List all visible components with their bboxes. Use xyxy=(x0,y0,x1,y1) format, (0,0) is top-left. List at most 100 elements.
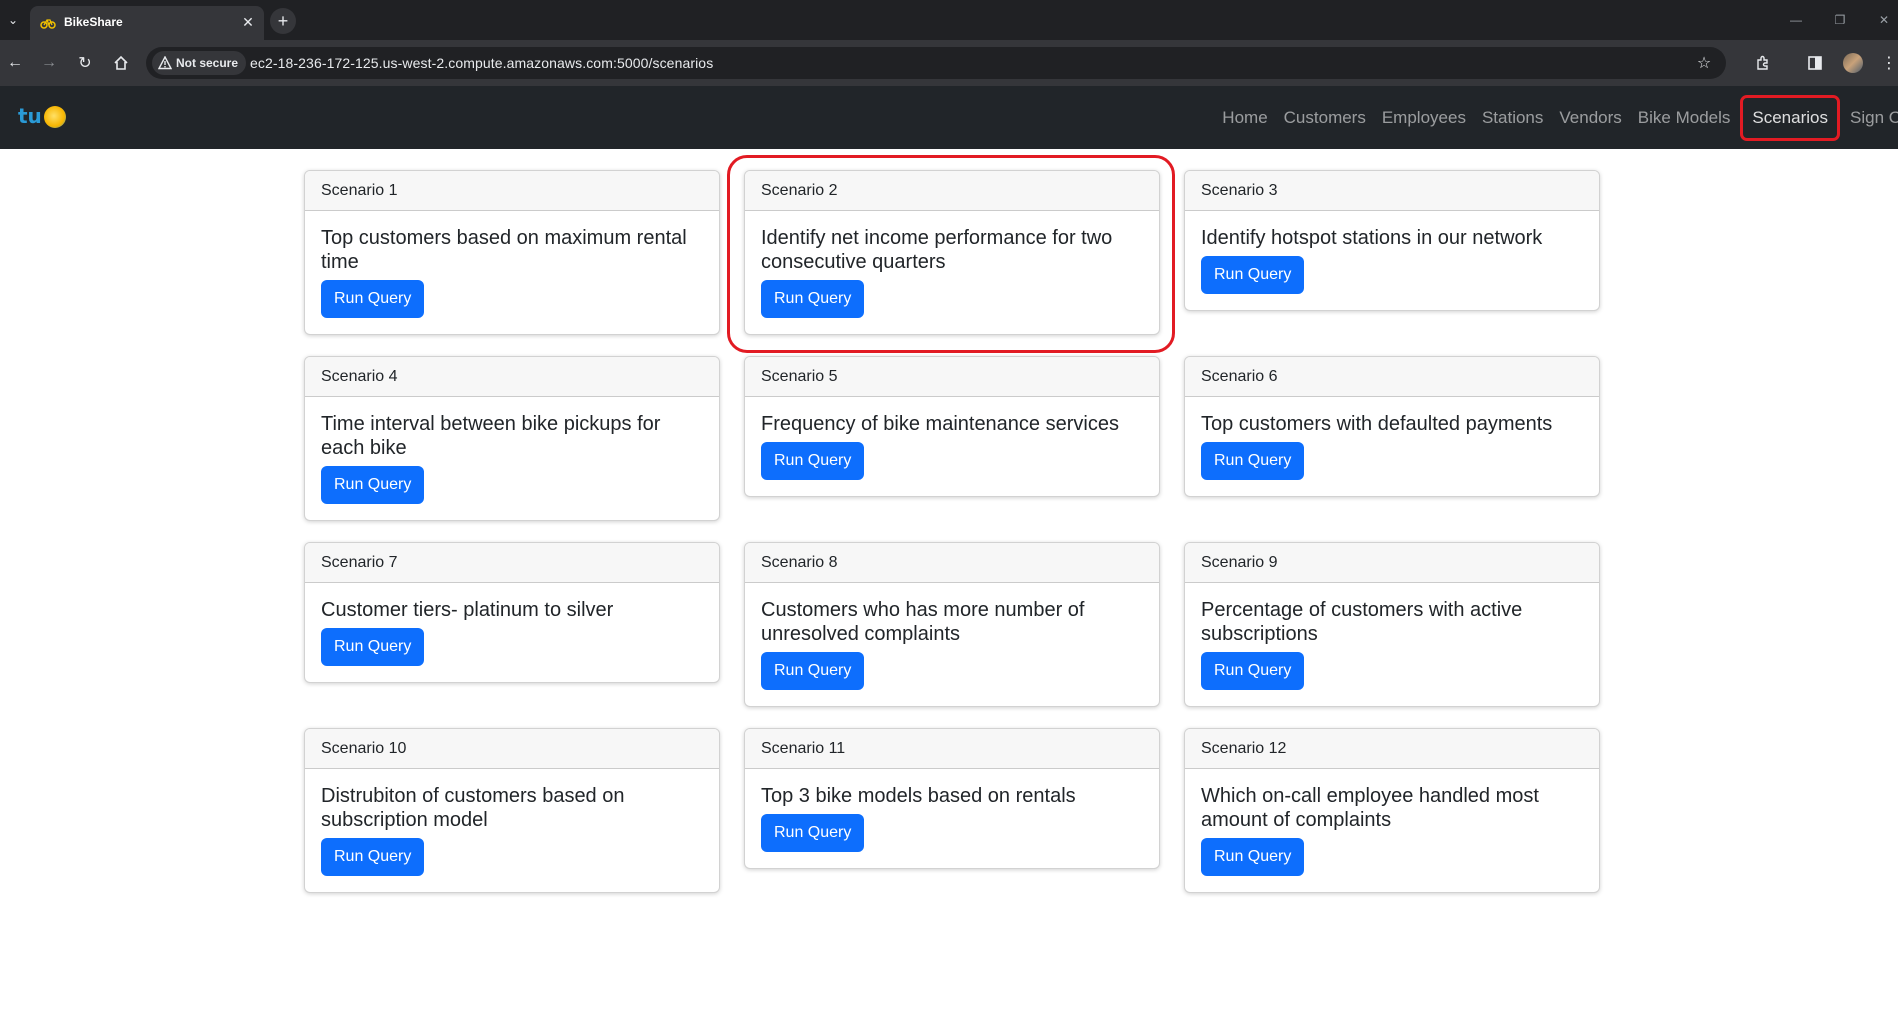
nav-links: Home Customers Employees Stations Vendor… xyxy=(1214,86,1898,149)
nav-link-customers[interactable]: Customers xyxy=(1276,98,1374,138)
nav-link-stations[interactable]: Stations xyxy=(1474,98,1551,138)
run-query-button[interactable]: Run Query xyxy=(321,628,425,666)
scenario-card-header: Scenario 7 xyxy=(305,543,719,583)
nav-link-home[interactable]: Home xyxy=(1214,98,1275,138)
scenario-card-3: Scenario 3 Identify hotspot stations in … xyxy=(1184,170,1600,311)
scenario-card-1: Scenario 1 Top customers based on maximu… xyxy=(304,170,720,335)
scenario-title: Top customers based on maximum rental ti… xyxy=(321,227,687,273)
browser-tab[interactable]: BikeShare ✕ xyxy=(30,6,264,40)
profile-avatar[interactable] xyxy=(1838,48,1868,78)
run-query-button[interactable]: Run Query xyxy=(1201,838,1305,876)
scenario-card-body: Top customers based on maximum rental ti… xyxy=(305,211,719,334)
run-query-button[interactable]: Run Query xyxy=(761,280,865,318)
run-query-button[interactable]: Run Query xyxy=(761,814,865,852)
scenario-card-body: Top customers with defaulted payments Ru… xyxy=(1185,397,1599,496)
run-query-button[interactable]: Run Query xyxy=(321,280,425,318)
site-info-chip[interactable]: Not secure xyxy=(152,51,247,75)
scenario-card-11: Scenario 11 Top 3 bike models based on r… xyxy=(744,728,1160,869)
run-query-button[interactable]: Run Query xyxy=(761,652,865,690)
scenario-title: Top customers with defaulted payments xyxy=(1201,413,1553,435)
scenario-card-header: Scenario 5 xyxy=(745,357,1159,397)
scenario-title: Distrubiton of customers based on subscr… xyxy=(321,785,625,831)
sun-logo-icon xyxy=(44,106,66,128)
scenario-card-header: Scenario 9 xyxy=(1185,543,1599,583)
side-panel-icon[interactable] xyxy=(1800,48,1830,78)
brand-logo[interactable]: tu xyxy=(18,104,66,132)
scenario-card-body: Customers who has more number of unresol… xyxy=(745,583,1159,706)
scenario-card-body: Which on-call employee handled most amou… xyxy=(1185,769,1599,892)
back-arrow-icon[interactable]: ← xyxy=(0,48,30,78)
scenario-title: Percentage of customers with active subs… xyxy=(1201,599,1523,645)
tab-title: BikeShare xyxy=(64,15,123,29)
scenario-card-body: Distrubiton of customers based on subscr… xyxy=(305,769,719,892)
app-navbar: tu Home Customers Employees Stations Ven… xyxy=(0,86,1898,149)
scenario-card-body: Identify net income performance for two … xyxy=(745,211,1159,334)
run-query-button[interactable]: Run Query xyxy=(321,838,425,876)
scenario-card-body: Top 3 bike models based on rentals Run Q… xyxy=(745,769,1159,868)
close-window-icon[interactable]: ✕ xyxy=(1870,8,1898,32)
scenario-card-4: Scenario 4 Time interval between bike pi… xyxy=(304,356,720,521)
scenario-card-header: Scenario 1 xyxy=(305,171,719,211)
scenario-card-header: Scenario 3 xyxy=(1185,171,1599,211)
minimize-icon[interactable]: — xyxy=(1782,8,1810,32)
forward-arrow-icon[interactable]: → xyxy=(34,48,64,78)
scenario-card-5: Scenario 5 Frequency of bike maintenance… xyxy=(744,356,1160,497)
reload-icon[interactable]: ↻ xyxy=(70,48,100,78)
scenario-card-header: Scenario 10 xyxy=(305,729,719,769)
scenario-card-header: Scenario 12 xyxy=(1185,729,1599,769)
scenario-card-12: Scenario 12 Which on-call employee handl… xyxy=(1184,728,1600,893)
scenario-title: Customers who has more number of unresol… xyxy=(761,599,1085,645)
scenario-title: Frequency of bike maintenance services xyxy=(761,413,1119,435)
nav-link-employees[interactable]: Employees xyxy=(1374,98,1474,138)
nav-link-scenarios[interactable]: Scenarios xyxy=(1740,94,1840,141)
browser-toolbar: ← → ↻ Not secure ec2-18-236-172-125.us-w… xyxy=(0,40,1898,86)
scenario-card-body: Customer tiers- platinum to silver Run Q… xyxy=(305,583,719,682)
scenario-title: Customer tiers- platinum to silver xyxy=(321,599,614,621)
run-query-button[interactable]: Run Query xyxy=(321,466,425,504)
run-query-button[interactable]: Run Query xyxy=(1201,652,1305,690)
bookmark-star-icon[interactable]: ☆ xyxy=(1692,51,1716,75)
run-query-button[interactable]: Run Query xyxy=(761,442,865,480)
brand-logo-text: tu xyxy=(18,104,42,128)
warning-triangle-icon xyxy=(158,56,172,70)
extensions-puzzle-icon[interactable] xyxy=(1748,48,1778,78)
scenario-title: Time interval between bike pickups for e… xyxy=(321,413,661,459)
run-query-button[interactable]: Run Query xyxy=(1201,442,1305,480)
scenario-card-header: Scenario 2 xyxy=(745,171,1159,211)
not-secure-label: Not secure xyxy=(176,56,239,70)
scenario-card-header: Scenario 11 xyxy=(745,729,1159,769)
scenario-card-body: Time interval between bike pickups for e… xyxy=(305,397,719,520)
scenario-title: Which on-call employee handled most amou… xyxy=(1201,785,1539,831)
url-text[interactable]: ec2-18-236-172-125.us-west-2.compute.ama… xyxy=(250,55,713,71)
scenario-card-8: Scenario 8 Customers who has more number… xyxy=(744,542,1160,707)
scenario-card-9: Scenario 9 Percentage of customers with … xyxy=(1184,542,1600,707)
scenario-title: Top 3 bike models based on rentals xyxy=(761,785,1076,807)
scenario-card-header: Scenario 8 xyxy=(745,543,1159,583)
run-query-button[interactable]: Run Query xyxy=(1201,256,1305,294)
address-bar[interactable]: Not secure ec2-18-236-172-125.us-west-2.… xyxy=(146,47,1726,79)
scenario-card-6: Scenario 6 Top customers with defaulted … xyxy=(1184,356,1600,497)
scenario-card-7: Scenario 7 Customer tiers- platinum to s… xyxy=(304,542,720,683)
scenario-card-10: Scenario 10 Distrubiton of customers bas… xyxy=(304,728,720,893)
scenario-card-header: Scenario 6 xyxy=(1185,357,1599,397)
nav-link-sign-out[interactable]: Sign Ou xyxy=(1842,98,1898,138)
new-tab-button[interactable]: + xyxy=(270,8,296,34)
close-tab-icon[interactable]: ✕ xyxy=(238,12,258,32)
restore-icon[interactable]: ❐ xyxy=(1826,8,1854,32)
scenario-card-header: Scenario 4 xyxy=(305,357,719,397)
browser-tabstrip: ⌄ BikeShare ✕ + — ❐ ✕ xyxy=(0,0,1898,40)
scenario-title: Identify hotspot stations in our network xyxy=(1201,227,1543,249)
browser-menu-icon[interactable]: ⋮ xyxy=(1874,48,1898,78)
nav-link-bike-models[interactable]: Bike Models xyxy=(1630,98,1739,138)
bicycle-favicon-icon xyxy=(40,19,56,29)
scenarios-grid: Scenario 1 Top customers based on maximu… xyxy=(304,170,1600,893)
scenario-card-2: Scenario 2 Identify net income performan… xyxy=(744,170,1160,335)
scenario-card-body: Frequency of bike maintenance services R… xyxy=(745,397,1159,496)
tab-search-chevron-icon[interactable]: ⌄ xyxy=(2,8,24,32)
home-icon[interactable] xyxy=(106,48,136,78)
scenario-card-body: Identify hotspot stations in our network… xyxy=(1185,211,1599,310)
scenarios-container: Scenario 1 Top customers based on maximu… xyxy=(304,170,1600,893)
nav-link-vendors[interactable]: Vendors xyxy=(1551,98,1629,138)
scenario-title: Identify net income performance for two … xyxy=(761,227,1113,273)
scenario-card-body: Percentage of customers with active subs… xyxy=(1185,583,1599,706)
